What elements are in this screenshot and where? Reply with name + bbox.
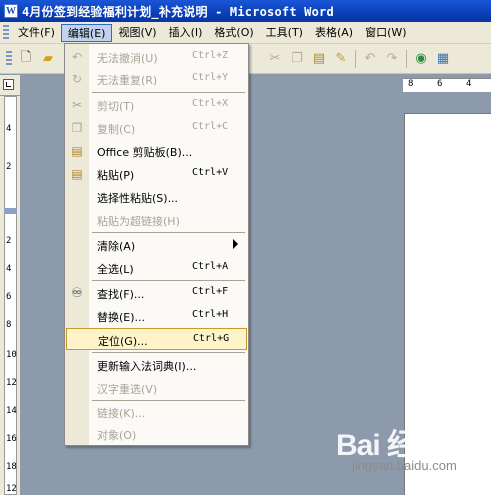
copy-icon: ❐ [71,121,83,135]
ruler-label: 12 [6,378,17,388]
ruler-label: 4 [6,124,12,134]
menu-item-links[interactable]: 链接(K)... [66,401,247,423]
menu-file[interactable]: 文件(F) [12,24,61,42]
menu-separator [92,232,245,233]
submenu-arrow-icon [233,239,238,249]
watermark-url: jingyan.baidu.com [352,458,457,473]
menu-item-copy[interactable]: ❐ 复制(C) Ctrl+C [66,117,247,139]
open-icon[interactable]: ▰ [40,51,56,67]
menu-item-reconvert[interactable]: 汉字重选(V) [66,377,247,399]
menu-item-paste[interactable]: ▤ 粘贴(P) Ctrl+V [66,163,247,185]
cut-icon[interactable]: ✂ [267,51,283,67]
ruler-label: 4 [466,79,472,89]
ruler-label: 2 [6,162,12,172]
menu-item-update-ime-dictionary[interactable]: 更新输入法词典(I)... [66,354,247,376]
word-app-icon[interactable]: W [4,4,18,18]
ruler-label: 12 [6,484,17,494]
hyperlink-icon[interactable]: ◉ [413,51,429,67]
undo-icon[interactable]: ↶ [362,51,378,67]
undo-icon: ↶ [71,50,83,64]
tables-icon[interactable]: ▦ [435,51,451,67]
menu-item-cut[interactable]: ✂ 剪切(T) Ctrl+X [66,94,247,116]
menu-tools[interactable]: 工具(T) [260,24,309,42]
ruler-label: 8 [6,320,12,330]
menu-bar: 文件(F) 编辑(E) 视图(V) 插入(I) 格式(O) 工具(T) 表格(A… [0,22,491,44]
title-bar: W 4月份签到经验福利计划_补充说明 - Microsoft Word [0,0,491,22]
menu-format[interactable]: 格式(O) [208,24,259,42]
menu-item-object[interactable]: 对象(O) [66,423,247,445]
ruler-label: 6 [437,79,443,89]
menu-insert[interactable]: 插入(I) [163,24,209,42]
menu-item-replace[interactable]: 替换(E)... Ctrl+H [66,305,247,327]
edit-menu-dropdown: ↶ 无法撤消(U) Ctrl+Z ↻ 无法重复(R) Ctrl+Y ✂ 剪切(T… [64,43,249,446]
menu-item-paste-as-hyperlink[interactable]: 粘贴为超链接(H) [66,209,247,231]
menu-edit[interactable]: 编辑(E) [60,23,113,42]
tab-selector[interactable] [0,75,20,95]
menu-separator [92,280,245,281]
menu-item-redo[interactable]: ↻ 无法重复(R) Ctrl+Y [66,68,247,90]
menu-item-undo[interactable]: ↶ 无法撤消(U) Ctrl+Z [66,46,247,68]
ruler-label: 8 [408,79,414,89]
ruler-label: 18 [6,462,17,472]
copy-icon[interactable]: ❐ [289,51,305,67]
menu-separator [92,352,245,353]
vertical-ruler[interactable]: 4 2 2 4 6 8 10 12 14 16 18 12 [0,96,20,495]
clipboard-icon: ▤ [71,144,83,158]
toolbar-separator [355,49,356,68]
paste-icon[interactable]: ▤ [311,51,327,67]
ruler-label: 6 [6,292,12,302]
redo-icon[interactable]: ↷ [384,51,400,67]
menu-separator [92,92,245,93]
toolbar-grip[interactable] [6,50,12,67]
menu-item-office-clipboard[interactable]: ▤ Office 剪贴板(B)... [66,140,247,162]
ruler-label: 4 [6,264,12,274]
window-title: 4月份签到经验福利计划_补充说明 - Microsoft Word [22,4,334,19]
binoculars-icon: ♾ [71,285,83,301]
menu-table[interactable]: 表格(A) [309,24,359,42]
menu-item-select-all[interactable]: 全选(L) Ctrl+A [66,257,247,279]
menu-window[interactable]: 窗口(W) [359,24,412,42]
new-icon[interactable]: 🗋 [18,50,34,67]
menubar-grip[interactable] [3,24,9,41]
paste-icon: ▤ [71,167,83,181]
baidu-jingyan-watermark: Bai 经验 jingyan.baidu.com [336,418,486,482]
menu-view[interactable]: 视图(V) [112,24,162,42]
menu-item-goto[interactable]: 定位(G)... Ctrl+G [66,328,247,350]
ruler-label: 14 [6,406,17,416]
toolbar-separator [406,49,407,68]
menu-item-find[interactable]: ♾ 查找(F)... Ctrl+F [66,282,247,304]
menu-item-clear[interactable]: 清除(A) [66,234,247,256]
cut-icon: ✂ [71,98,83,112]
redo-icon: ↻ [71,72,83,86]
ruler-label: 10 [6,350,17,360]
format-painter-icon[interactable]: ✎ [333,51,349,67]
menu-item-paste-special[interactable]: 选择性粘贴(S)... [66,186,247,208]
ruler-label: 2 [6,236,12,246]
ruler-label: 16 [6,434,17,444]
